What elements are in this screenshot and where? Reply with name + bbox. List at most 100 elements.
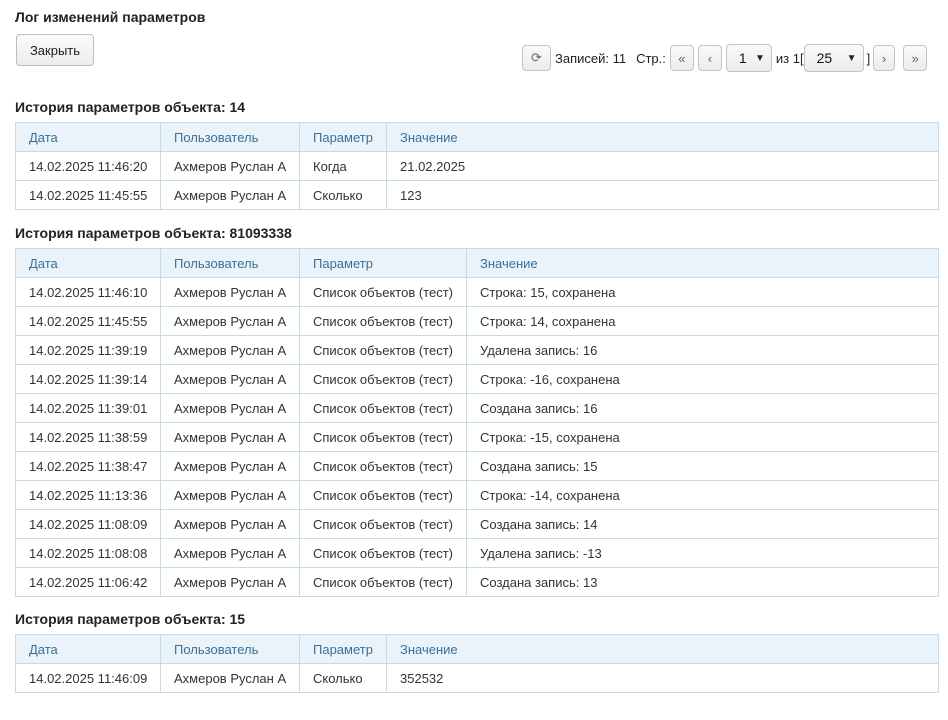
close-bracket: ]	[866, 50, 871, 66]
cell-user: Ахмеров Руслан А	[160, 335, 300, 365]
cell-user: Ахмеров Руслан А	[160, 393, 300, 423]
cell-parameter: Когда	[299, 151, 387, 181]
last-page-button[interactable]: »	[903, 45, 928, 71]
refresh-button[interactable]: ⟳	[522, 45, 551, 71]
cell-date: 14.02.2025 11:39:01	[15, 393, 161, 423]
col-header-user[interactable]: Пользователь	[160, 634, 300, 664]
cell-user: Ахмеров Руслан А	[160, 538, 300, 568]
table-row: 14.02.2025 11:46:09 Ахмеров Руслан А Ско…	[15, 663, 939, 693]
cell-parameter: Список объектов (тест)	[299, 364, 467, 394]
refresh-icon: ⟳	[531, 50, 542, 65]
history-table: Дата Пользователь Параметр Значение 14.0…	[15, 634, 939, 693]
cell-parameter: Сколько	[299, 663, 387, 693]
page-select-value: 1	[738, 50, 747, 66]
cell-value: Создана запись: 16	[466, 393, 939, 423]
cell-user: Ахмеров Руслан А	[160, 364, 300, 394]
cell-date: 14.02.2025 11:38:59	[15, 422, 161, 452]
cell-value: Строка: 14, сохранена	[466, 306, 939, 336]
cell-date: 14.02.2025 11:39:19	[15, 335, 161, 365]
cell-user: Ахмеров Руслан А	[160, 480, 300, 510]
table-row: 14.02.2025 11:39:19 Ахмеров Руслан А Спи…	[15, 335, 939, 365]
page-select[interactable]: 1 ▼	[725, 44, 772, 72]
cell-date: 14.02.2025 11:46:10	[15, 277, 161, 307]
records-count: Записей: 11	[555, 50, 627, 66]
cell-user: Ахмеров Руслан А	[160, 567, 300, 597]
cell-value: 21.02.2025	[386, 151, 939, 181]
history-table: Дата Пользователь Параметр Значение 14.0…	[15, 248, 939, 597]
col-header-date[interactable]: Дата	[15, 634, 161, 664]
cell-parameter: Сколько	[299, 180, 387, 210]
table-row: 14.02.2025 11:06:42 Ахмеров Руслан А Спи…	[15, 567, 939, 597]
table-row: 14.02.2025 11:46:10 Ахмеров Руслан А Спи…	[15, 277, 939, 307]
table-row: 14.02.2025 11:46:20 Ахмеров Руслан А Ког…	[15, 151, 939, 181]
section-title: История параметров объекта: 81093338	[15, 225, 292, 241]
cell-value: 352532	[386, 663, 939, 693]
cell-date: 14.02.2025 11:13:36	[15, 480, 161, 510]
next-page-button[interactable]: ›	[873, 45, 896, 71]
page-title: Лог изменений параметров	[15, 9, 206, 25]
chevron-down-icon: ▼	[846, 52, 857, 64]
col-header-user[interactable]: Пользователь	[160, 248, 300, 278]
table-header-row: Дата Пользователь Параметр Значение	[15, 248, 939, 278]
cell-parameter: Список объектов (тест)	[299, 393, 467, 423]
table-header-row: Дата Пользователь Параметр Значение	[15, 634, 939, 664]
section-title: История параметров объекта: 14	[15, 99, 246, 115]
cell-user: Ахмеров Руслан А	[160, 306, 300, 336]
table-row: 14.02.2025 11:45:55 Ахмеров Руслан А Ско…	[15, 180, 939, 210]
cell-parameter: Список объектов (тест)	[299, 538, 467, 568]
table-row: 14.02.2025 11:38:59 Ахмеров Руслан А Спи…	[15, 422, 939, 452]
cell-value: Строка: -16, сохранена	[466, 364, 939, 394]
col-header-parameter[interactable]: Параметр	[299, 248, 467, 278]
cell-date: 14.02.2025 11:06:42	[15, 567, 161, 597]
cell-user: Ахмеров Руслан А	[160, 422, 300, 452]
close-button[interactable]: Закрыть	[16, 34, 94, 66]
cell-user: Ахмеров Руслан А	[160, 663, 300, 693]
table-row: 14.02.2025 11:39:01 Ахмеров Руслан А Спи…	[15, 393, 939, 423]
page-size-select[interactable]: 25 ▼	[803, 44, 864, 72]
table-row: 14.02.2025 11:13:36 Ахмеров Руслан А Спи…	[15, 480, 939, 510]
cell-parameter: Список объектов (тест)	[299, 451, 467, 481]
cell-user: Ахмеров Руслан А	[160, 509, 300, 539]
prev-page-button[interactable]: ‹	[697, 45, 722, 71]
col-header-value[interactable]: Значение	[466, 248, 939, 278]
first-page-button[interactable]: «	[669, 45, 694, 71]
cell-value: 123	[386, 180, 939, 210]
col-header-value[interactable]: Значение	[386, 634, 939, 664]
table-row: 14.02.2025 11:39:14 Ахмеров Руслан А Спи…	[15, 364, 939, 394]
cell-value: Строка: -14, сохранена	[466, 480, 939, 510]
cell-user: Ахмеров Руслан А	[160, 151, 300, 181]
cell-user: Ахмеров Руслан А	[160, 180, 300, 210]
table-row: 14.02.2025 11:08:09 Ахмеров Руслан А Спи…	[15, 509, 939, 539]
cell-date: 14.02.2025 11:08:09	[15, 509, 161, 539]
cell-parameter: Список объектов (тест)	[299, 480, 467, 510]
cell-user: Ахмеров Руслан А	[160, 277, 300, 307]
chevron-right-icon: ›	[882, 50, 887, 66]
cell-value: Удалена запись: -13	[466, 538, 939, 568]
cell-date: 14.02.2025 11:45:55	[15, 306, 161, 336]
cell-parameter: Список объектов (тест)	[299, 509, 467, 539]
cell-parameter: Список объектов (тест)	[299, 567, 467, 597]
cell-value: Создана запись: 13	[466, 567, 939, 597]
page-label: Стр.:	[636, 50, 666, 66]
history-table: Дата Пользователь Параметр Значение 14.0…	[15, 122, 939, 210]
col-header-user[interactable]: Пользователь	[160, 122, 300, 152]
table-row: 14.02.2025 11:08:08 Ахмеров Руслан А Спи…	[15, 538, 939, 568]
col-header-date[interactable]: Дата	[15, 122, 161, 152]
cell-date: 14.02.2025 11:46:09	[15, 663, 161, 693]
cell-user: Ахмеров Руслан А	[160, 451, 300, 481]
cell-date: 14.02.2025 11:39:14	[15, 364, 161, 394]
double-chevron-left-icon: «	[678, 50, 686, 66]
col-header-date[interactable]: Дата	[15, 248, 161, 278]
page-size-value: 25	[816, 50, 833, 66]
cell-date: 14.02.2025 11:08:08	[15, 538, 161, 568]
col-header-value[interactable]: Значение	[386, 122, 939, 152]
col-header-parameter[interactable]: Параметр	[299, 122, 387, 152]
page-total: из 1[	[775, 50, 804, 66]
cell-value: Создана запись: 14	[466, 509, 939, 539]
col-header-parameter[interactable]: Параметр	[299, 634, 387, 664]
pagination-bar: ⟳ Записей: 11 Стр.: « ‹ 1 ▼ из 1[ 25 ▼ ]…	[522, 44, 928, 72]
cell-parameter: Список объектов (тест)	[299, 335, 467, 365]
cell-parameter: Список объектов (тест)	[299, 306, 467, 336]
table-row: 14.02.2025 11:45:55 Ахмеров Руслан А Спи…	[15, 306, 939, 336]
chevron-left-icon: ‹	[707, 50, 713, 66]
